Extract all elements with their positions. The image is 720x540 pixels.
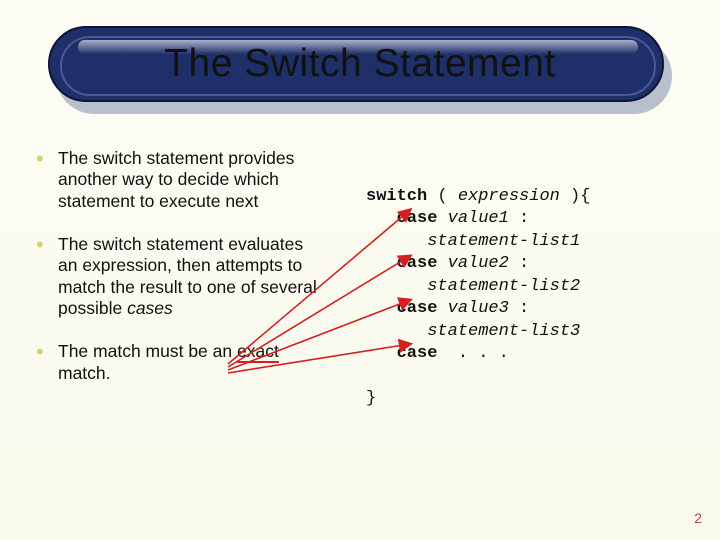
code-indent2-2 [366, 277, 427, 296]
page-number: 2 [694, 510, 702, 526]
code-stmt3: statement-list3 [427, 322, 580, 341]
kw-case-1: case [397, 209, 438, 228]
code-indent-4 [366, 344, 397, 363]
code-paren-open: ( [427, 187, 458, 206]
content-area: The switch statement provides another wa… [36, 148, 684, 508]
kw-switch: switch [366, 187, 427, 206]
code-colon-3: : [509, 299, 529, 318]
code-indent [366, 209, 397, 228]
bullet-3-text-a: The match must be an [58, 341, 237, 361]
code-value3: value3 [448, 299, 509, 318]
code-stmt1: statement-list1 [427, 232, 580, 251]
bullet-2-text-a: The switch statement evaluates an expres… [58, 234, 317, 318]
code-colon-2: : [509, 254, 529, 273]
bullet-2-em: cases [127, 298, 173, 318]
bullet-1-text: The switch statement provides another wa… [58, 148, 294, 211]
code-expression: expression [458, 187, 560, 206]
code-ellipsis: . . . [458, 344, 509, 363]
code-indent-2 [366, 254, 397, 273]
kw-case-4: case [397, 344, 438, 363]
code-colon-1: : [509, 209, 529, 228]
bullet-3-text-b: match. [58, 363, 111, 383]
slide-title: The Switch Statement [0, 0, 720, 86]
code-indent-3 [366, 299, 397, 318]
bullet-3-em: exact [237, 341, 279, 363]
kw-case-3: case [397, 299, 438, 318]
bullet-3: The match must be an exact match. [36, 341, 326, 384]
code-close-brace: } [366, 389, 376, 408]
code-value1: value1 [448, 209, 509, 228]
code-indent2-3 [366, 322, 427, 341]
code-paren-close: ){ [560, 187, 591, 206]
bullet-2: The switch statement evaluates an expres… [36, 234, 326, 319]
bullet-list: The switch statement provides another wa… [36, 148, 326, 384]
code-indent2-1 [366, 232, 427, 251]
left-column: The switch statement provides another wa… [36, 148, 326, 406]
code-value2: value2 [448, 254, 509, 273]
code-block: switch ( expression ){ case value1 : sta… [366, 186, 696, 410]
code-stmt2: statement-list2 [427, 277, 580, 296]
bullet-1: The switch statement provides another wa… [36, 148, 326, 212]
kw-case-2: case [397, 254, 438, 273]
